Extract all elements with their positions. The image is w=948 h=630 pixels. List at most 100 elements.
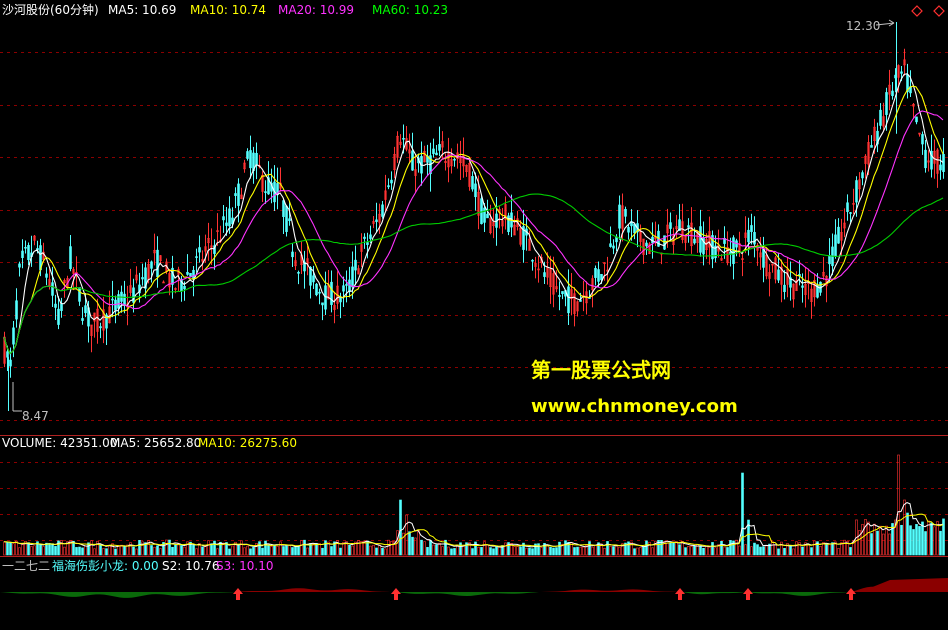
candle-body bbox=[435, 152, 438, 156]
indicator-s2-label: S2: 10.76 bbox=[162, 559, 219, 573]
volume-bar bbox=[387, 539, 390, 556]
volume-bar bbox=[564, 540, 567, 556]
candle-body bbox=[915, 116, 918, 123]
volume-bar bbox=[264, 540, 267, 556]
indicator-name-label: 福海伤彭小龙: 0.00 bbox=[52, 558, 159, 573]
volume-bar bbox=[783, 548, 786, 556]
volume-bar bbox=[606, 541, 609, 556]
up-arrow-icon bbox=[846, 588, 856, 600]
volume-bar bbox=[303, 539, 306, 556]
volume-bar bbox=[933, 526, 936, 556]
volume-bar bbox=[861, 524, 864, 556]
volume-bar bbox=[666, 542, 669, 556]
volume-bar bbox=[885, 525, 888, 556]
volume-bar bbox=[240, 540, 243, 556]
candle-body bbox=[321, 302, 324, 306]
volume-bar bbox=[75, 547, 78, 556]
candle-body bbox=[9, 359, 12, 367]
ma20-line bbox=[3, 110, 944, 355]
diamond-left-icon[interactable] bbox=[911, 5, 923, 17]
diamond-icons[interactable] bbox=[911, 5, 945, 17]
volume-bar bbox=[51, 543, 54, 556]
volume-bar bbox=[204, 546, 207, 556]
ma10-line bbox=[3, 85, 944, 355]
indicator-green-area bbox=[681, 592, 745, 595]
volume-bar bbox=[252, 546, 255, 556]
up-arrow-icon bbox=[391, 588, 401, 600]
volume-bar bbox=[138, 540, 141, 556]
volume-bar bbox=[453, 548, 456, 556]
volume-bar bbox=[873, 523, 876, 556]
volume-bar bbox=[498, 546, 501, 556]
indicator-prefix: 一二七二 bbox=[2, 559, 50, 573]
volume-bar bbox=[837, 548, 840, 556]
volume-bar bbox=[174, 544, 177, 556]
volume-bar bbox=[45, 542, 48, 556]
volume-bar bbox=[321, 547, 324, 556]
candle-body bbox=[225, 222, 228, 226]
volume-bar bbox=[651, 547, 654, 556]
volume-bar bbox=[879, 525, 882, 556]
volume-bar bbox=[537, 543, 540, 556]
candle-body bbox=[6, 351, 9, 358]
volume-bar bbox=[477, 546, 480, 556]
volume-bar bbox=[153, 546, 156, 556]
candle-body bbox=[627, 227, 630, 233]
volume-bar bbox=[636, 547, 639, 556]
volume-bar bbox=[579, 546, 582, 556]
candle-body bbox=[69, 246, 72, 269]
volume-bar bbox=[246, 545, 249, 556]
ma10-label: MA10: 10.74 bbox=[190, 3, 266, 17]
volume-label: VOLUME: 42351.00 bbox=[2, 436, 117, 450]
volume-bar bbox=[33, 545, 36, 556]
volume-bar bbox=[909, 525, 912, 556]
volume-bar bbox=[531, 548, 534, 556]
volume-bar bbox=[9, 542, 12, 556]
volume-bar bbox=[282, 546, 285, 556]
candle-body bbox=[255, 152, 258, 166]
volume-bar bbox=[156, 545, 159, 556]
candle-body bbox=[471, 176, 474, 190]
volume-bar bbox=[711, 542, 714, 556]
volume-bar bbox=[552, 547, 555, 556]
volume-bar bbox=[210, 543, 213, 556]
diamond-right-icon[interactable] bbox=[933, 5, 945, 17]
volume-bar bbox=[699, 546, 702, 556]
volume-ma5-label: MA5: 25652.80 bbox=[110, 436, 201, 450]
candle-body bbox=[453, 158, 456, 161]
volume-bar bbox=[519, 546, 522, 556]
candle-body bbox=[330, 281, 333, 305]
volume-bar bbox=[267, 544, 270, 556]
volume-bar bbox=[90, 540, 93, 556]
volume-bar bbox=[192, 544, 195, 556]
candle-body bbox=[24, 246, 27, 249]
stock-title: 沙河股份(60分钟) bbox=[2, 2, 99, 17]
kline-chart[interactable]: 沙河股份(60分钟) MA5: 10.69 MA10: 10.74 MA20: … bbox=[0, 0, 948, 630]
up-arrow-icon bbox=[233, 588, 243, 600]
candle-body bbox=[237, 183, 240, 206]
volume-bar bbox=[936, 521, 939, 556]
candle-body bbox=[846, 202, 849, 212]
volume-bar bbox=[474, 541, 477, 556]
candle-body bbox=[249, 150, 252, 169]
volume-ma10-label: MA10: 26275.60 bbox=[198, 436, 297, 450]
indicator-red-area bbox=[236, 588, 390, 592]
candle-body bbox=[762, 248, 765, 268]
candle-body bbox=[111, 298, 114, 301]
candle-body bbox=[924, 149, 927, 169]
ma5-line bbox=[3, 73, 944, 355]
candle-body bbox=[183, 286, 186, 290]
volume-bar bbox=[720, 540, 723, 556]
volume-bar bbox=[558, 541, 561, 556]
volume-bar bbox=[429, 540, 432, 556]
volume-bar bbox=[714, 547, 717, 556]
candle-body bbox=[27, 245, 30, 260]
volume-bar bbox=[843, 539, 846, 556]
watermark-title: 第一股票公式网 bbox=[531, 358, 671, 382]
candle-body bbox=[783, 284, 786, 292]
volume-bar bbox=[48, 543, 51, 556]
candle-body bbox=[750, 225, 753, 232]
volume-bar bbox=[612, 546, 615, 556]
candle-body bbox=[234, 193, 237, 196]
candle-body bbox=[486, 213, 489, 219]
